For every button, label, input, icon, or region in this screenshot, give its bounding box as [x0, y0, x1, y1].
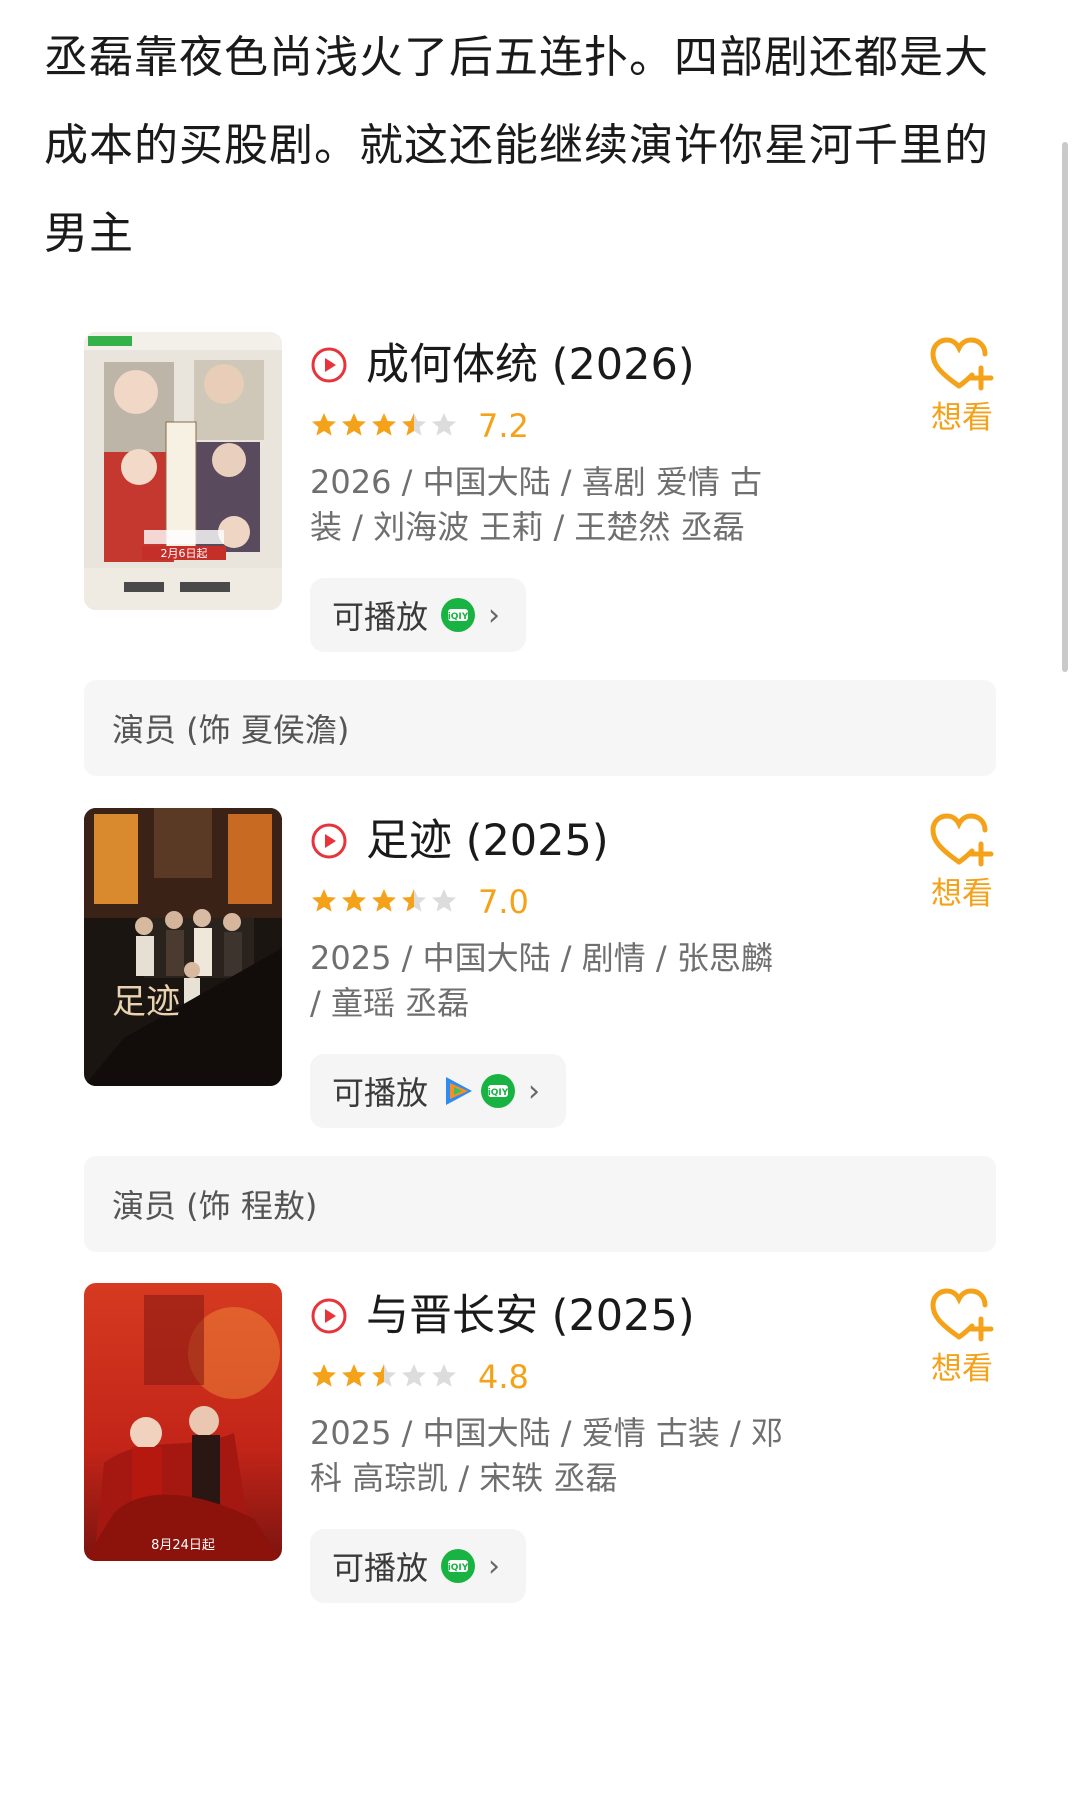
scrollbar[interactable] — [1062, 142, 1068, 672]
drama-meta: 2026 / 中国大陆 / 喜剧 爱情 古装 / 刘海波 王莉 / 王楚然 丞磊 — [310, 463, 763, 546]
poster-image[interactable]: 8月24日起 — [84, 1283, 282, 1561]
star-icon — [432, 889, 456, 912]
iqiyi-icon: iQIY — [441, 598, 476, 632]
rating-stars — [310, 884, 460, 918]
tencent-video-icon — [446, 1077, 473, 1105]
want-to-watch-button[interactable]: 想看 — [922, 336, 1002, 438]
rating-stars — [310, 1359, 460, 1393]
play-available-button[interactable]: 可播放 iQIY › — [310, 1054, 567, 1128]
want-to-watch-label: 想看 — [931, 876, 993, 912]
svg-text:iQIY: iQIY — [448, 612, 469, 622]
play-available-button[interactable]: 可播放 iQIY › — [310, 578, 527, 652]
iqiyi-icon: iQIY — [441, 1549, 476, 1583]
star-icon — [432, 1364, 456, 1387]
star-icon — [312, 1364, 336, 1387]
heart-plus-icon — [930, 813, 994, 867]
play-circle-icon — [311, 347, 347, 383]
star-icon — [342, 889, 366, 912]
play-circle-icon — [311, 1298, 347, 1334]
chevron-right-icon: › — [488, 1548, 501, 1584]
poster-date: 2月6日起 — [161, 547, 208, 560]
star-icon — [402, 1364, 426, 1387]
svg-text:iQIY: iQIY — [448, 1563, 469, 1573]
play-available-button[interactable]: 可播放 iQIY › — [310, 1529, 527, 1603]
role-info[interactable]: 演员 (饰 程敖) — [84, 1156, 996, 1252]
heart-plus-icon — [930, 1288, 994, 1342]
star-icon — [372, 889, 396, 912]
chevron-right-icon: › — [528, 1073, 541, 1109]
role-info[interactable]: 演员 (饰 夏侯澹) — [84, 680, 996, 776]
star-icon — [372, 413, 396, 436]
rating-score: 7.0 — [478, 883, 529, 921]
play-available-label: 可播放 — [332, 598, 429, 636]
heart-plus-icon — [930, 337, 994, 391]
post-text: 丞磊靠夜色尚浅火了后五连扑。四部剧还都是大成本的买股剧。就这还能继续演许你星河千… — [44, 32, 989, 259]
want-to-watch-label: 想看 — [931, 400, 993, 436]
want-to-watch-button[interactable]: 想看 — [922, 812, 1002, 914]
star-icon — [312, 889, 336, 912]
star-icon — [342, 413, 366, 436]
rating-score: 7.2 — [478, 407, 529, 445]
star-icon — [402, 413, 426, 436]
poster-date: 8月24日起 — [151, 1538, 215, 1553]
iqiyi-icon: iQIY — [481, 1074, 516, 1108]
play-circle-icon — [311, 823, 347, 859]
rating-stars — [310, 408, 460, 442]
drama-meta: 2025 / 中国大陆 / 爱情 古装 / 邓科 高琮凯 / 宋轶 丞磊 — [310, 1414, 783, 1497]
drama-meta: 2025 / 中国大陆 / 剧情 / 张思麟 / 童瑶 丞磊 — [310, 939, 773, 1022]
drama-title[interactable]: 成何体统 (2026) — [366, 332, 695, 398]
star-icon — [372, 1364, 396, 1387]
star-icon — [432, 413, 456, 436]
svg-text:iQIY: iQIY — [488, 1088, 509, 1098]
poster-image[interactable]: 2月6日起 — [84, 332, 282, 610]
poster-image[interactable]: 足迹 — [84, 808, 282, 1086]
play-available-label: 可播放 — [332, 1549, 429, 1587]
drama-title[interactable]: 足迹 (2025) — [366, 808, 609, 874]
want-to-watch-button[interactable]: 想看 — [922, 1287, 1002, 1389]
star-icon — [402, 889, 426, 912]
star-icon — [312, 413, 336, 436]
star-icon — [342, 1364, 366, 1387]
rating-score: 4.8 — [478, 1358, 529, 1396]
chevron-right-icon: › — [488, 597, 501, 633]
drama-title[interactable]: 与晋长安 (2025) — [366, 1283, 695, 1349]
want-to-watch-label: 想看 — [931, 1351, 993, 1387]
poster-title-text: 足迹 — [112, 982, 180, 1022]
play-available-label: 可播放 — [332, 1074, 429, 1112]
